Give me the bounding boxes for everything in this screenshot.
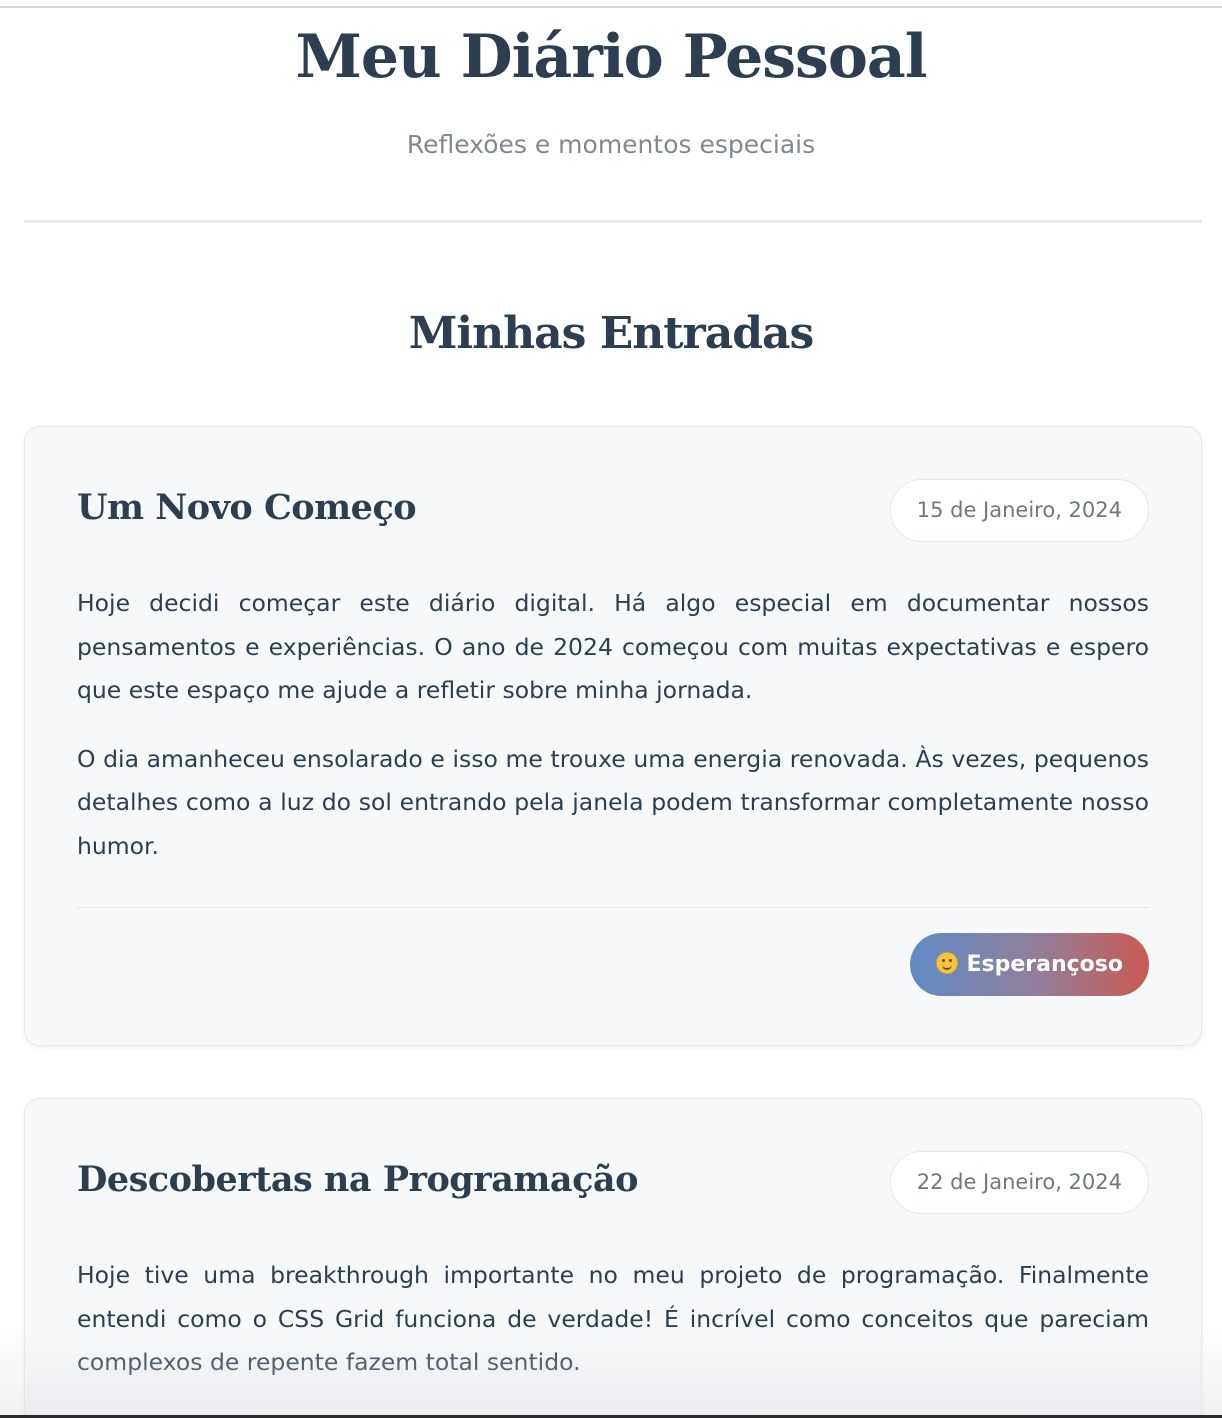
entry-title: Um Novo Começo [77,487,417,528]
diary-entry-card: Um Novo Começo 15 de Janeiro, 2024 Hoje … [24,426,1202,1046]
entry-content: Hoje tive uma breakthrough importante no… [77,1254,1149,1410]
entry-header: Descobertas na Programação 22 de Janeiro… [77,1149,1149,1215]
entry-footer-divider [77,907,1149,908]
smiling-face-icon [936,952,959,974]
section-title: Minhas Entradas [408,308,815,359]
entry-paragraph: Hoje decidi começar este diário digital.… [77,589,1149,704]
site-subtitle: Reflexões e momentos especiais [406,130,816,159]
entry-date-badge: 22 de Janeiro, 2024 [889,1151,1149,1214]
entry-content: Hoje decidi começar este diário digital.… [77,582,1149,893]
entry-date-badge: 15 de Janeiro, 2024 [889,479,1149,542]
entry-paragraph: O dia amanheceu ensolarado e isso me tro… [77,744,1149,860]
entry-title: Descobertas na Programação [77,1159,638,1200]
top-rule [0,6,1222,8]
mood-label: Esperançoso [966,952,1123,977]
mood-badge: Esperançoso [910,933,1149,996]
diary-page: Meu Diário Pessoal Reflexões e momentos … [0,0,1222,1418]
entry-paragraph: Hoje tive uma breakthrough importante no… [77,1261,1149,1376]
header-divider [24,220,1202,223]
entry-header: Um Novo Começo 15 de Janeiro, 2024 [77,477,1149,543]
diary-entry-card: Descobertas na Programação 22 de Janeiro… [24,1098,1202,1418]
site-title: Meu Diário Pessoal [295,22,927,92]
